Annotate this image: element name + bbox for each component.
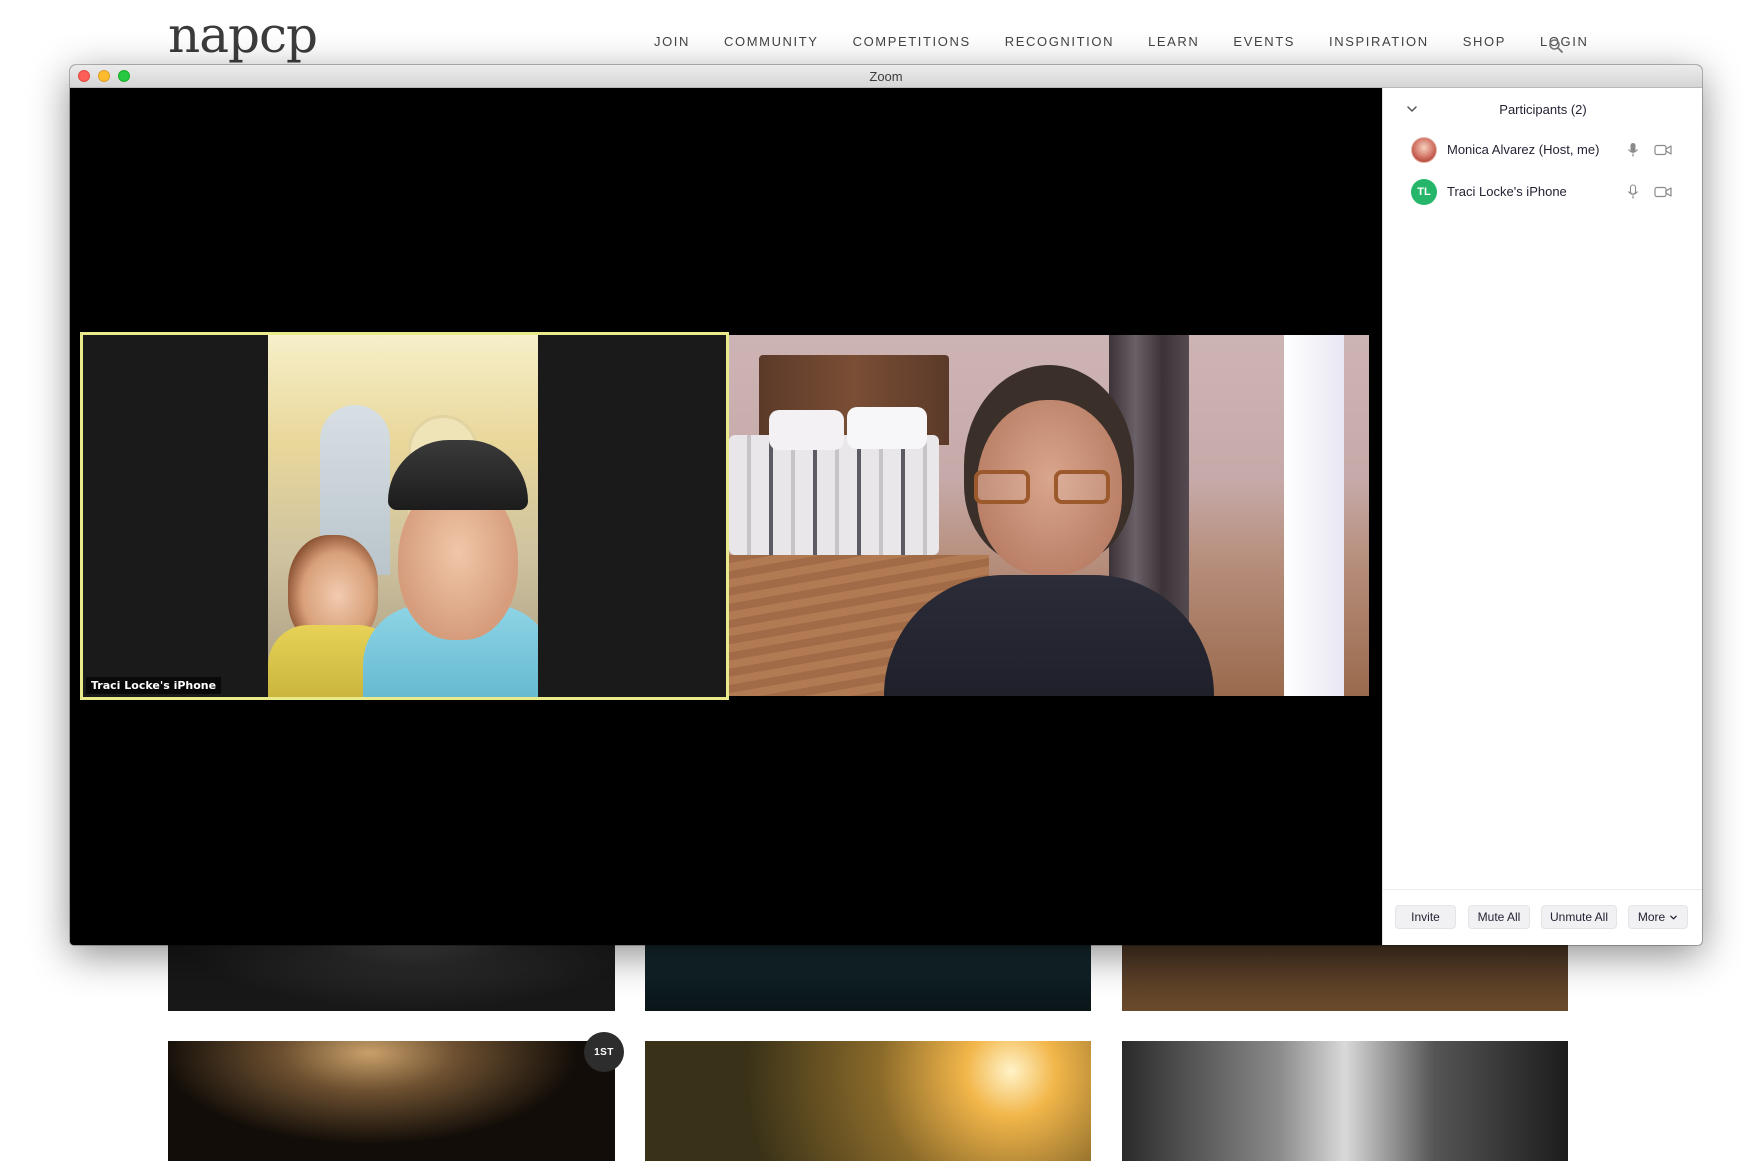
video-feed: [729, 335, 1369, 696]
nav-events[interactable]: EVENTS: [1233, 34, 1295, 49]
window-title: Zoom: [869, 69, 903, 84]
gallery-photo[interactable]: [168, 1041, 615, 1161]
video-feed: [268, 335, 538, 697]
site-nav: JOIN COMMUNITY COMPETITIONS RECOGNITION …: [654, 34, 1622, 49]
unmute-all-button[interactable]: Unmute All: [1541, 905, 1617, 929]
search-icon[interactable]: [1548, 38, 1564, 54]
video-camera-icon[interactable]: [1654, 186, 1672, 198]
video-tile-active-speaker[interactable]: Traci Locke's iPhone: [80, 332, 729, 700]
window-titlebar[interactable]: Zoom: [70, 65, 1702, 88]
participants-header: Participants (2): [1383, 88, 1702, 132]
video-name-label: Traci Locke's iPhone: [86, 677, 222, 694]
award-badge: 1ST: [584, 1032, 624, 1072]
invite-button[interactable]: Invite: [1395, 905, 1456, 929]
video-gallery: Traci Locke's iPhone: [70, 88, 1382, 945]
more-button-label: More: [1637, 910, 1666, 924]
site-logo[interactable]: napcp: [168, 6, 318, 64]
microphone-icon[interactable]: [1627, 142, 1639, 158]
participants-footer: Invite Mute All Unmute All More: [1383, 889, 1702, 945]
chevron-down-icon: [1670, 915, 1678, 919]
participants-title: Participants (2): [1499, 102, 1587, 117]
mute-all-button[interactable]: Mute All: [1468, 905, 1530, 929]
microphone-icon[interactable]: [1627, 184, 1639, 200]
avatar: TL: [1411, 179, 1437, 205]
gallery-photo[interactable]: [1122, 1041, 1568, 1161]
participant-name: Traci Locke's iPhone: [1447, 184, 1567, 199]
gallery-photo[interactable]: [645, 1041, 1091, 1161]
participant-row[interactable]: TL Traci Locke's iPhone: [1383, 171, 1702, 213]
nav-inspiration[interactable]: INSPIRATION: [1329, 34, 1429, 49]
zoom-window: Zoom Traci Locke's iPhone Participants (…: [70, 65, 1702, 945]
avatar: [1411, 137, 1437, 163]
participants-panel: Participants (2) Monica Alvarez (Host, m…: [1382, 88, 1702, 945]
nav-recognition[interactable]: RECOGNITION: [1005, 34, 1114, 49]
nav-shop[interactable]: SHOP: [1463, 34, 1506, 49]
participant-row[interactable]: Monica Alvarez (Host, me): [1383, 129, 1702, 171]
video-tile[interactable]: [729, 335, 1369, 696]
nav-join[interactable]: JOIN: [654, 34, 690, 49]
video-camera-icon[interactable]: [1654, 144, 1672, 156]
nav-competitions[interactable]: COMPETITIONS: [853, 34, 971, 49]
nav-community[interactable]: COMMUNITY: [724, 34, 819, 49]
nav-learn[interactable]: LEARN: [1148, 34, 1199, 49]
participant-name: Monica Alvarez (Host, me): [1447, 142, 1600, 157]
more-button[interactable]: More: [1628, 905, 1688, 929]
